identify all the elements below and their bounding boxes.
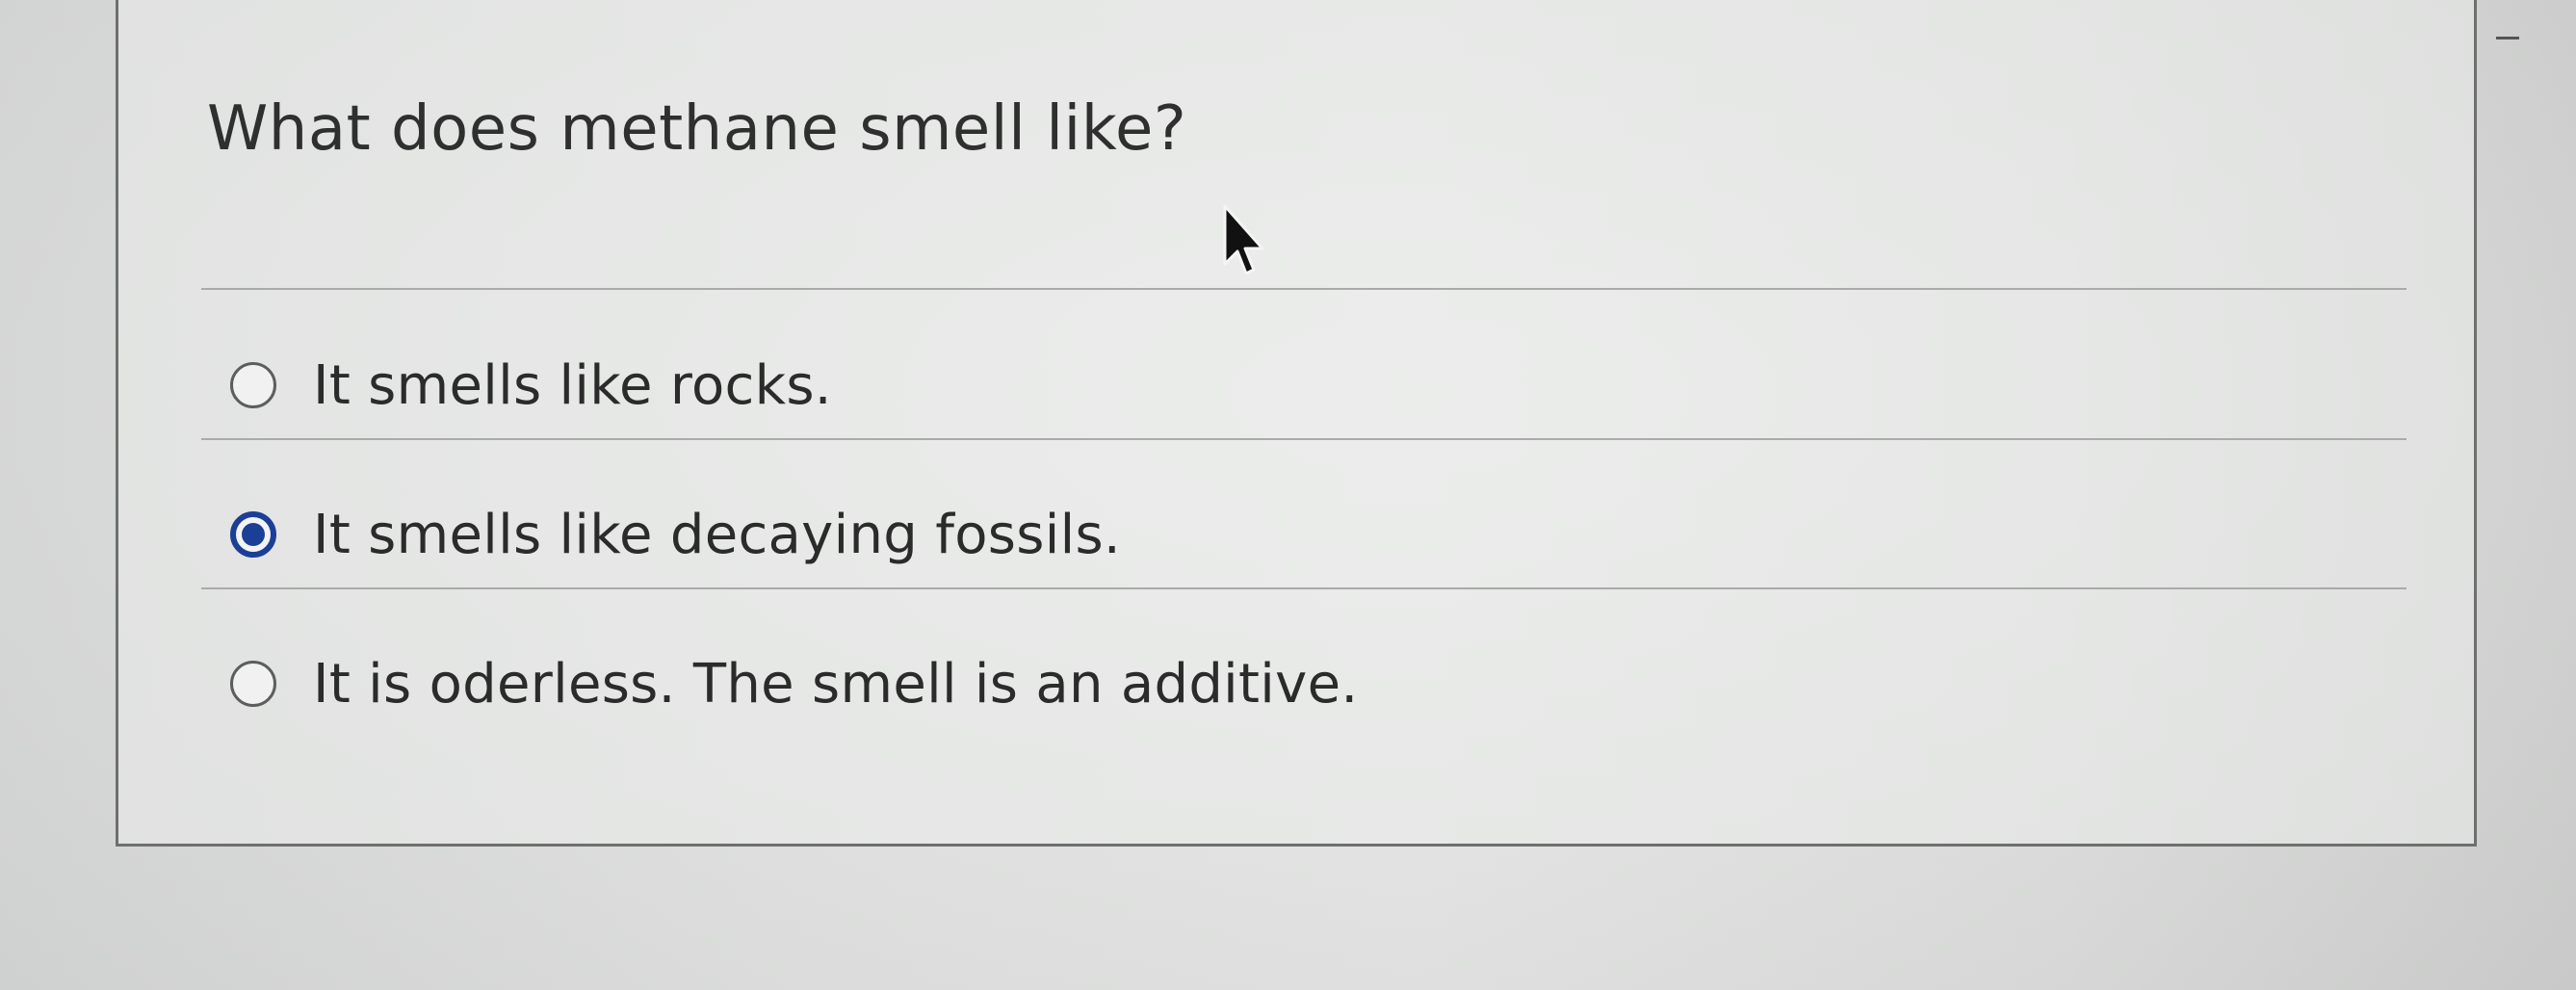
answer-option-2-label[interactable]: It smells like decaying fossils. bbox=[313, 504, 1121, 566]
answer-option-3-label[interactable]: It is oderless. The smell is an additive… bbox=[313, 653, 1358, 716]
divider bbox=[201, 587, 2407, 589]
divider bbox=[201, 438, 2407, 440]
radio-button-option-1[interactable] bbox=[230, 362, 276, 408]
answer-option-3[interactable]: It is oderless. The smell is an additive… bbox=[230, 640, 1358, 727]
question-text: What does methane smell like? bbox=[207, 93, 1187, 165]
radio-button-option-2-selected[interactable] bbox=[230, 511, 276, 558]
question-card: What does methane smell like? It smells … bbox=[116, 0, 2477, 847]
radio-button-option-3[interactable] bbox=[230, 661, 276, 707]
divider bbox=[201, 288, 2407, 290]
answer-option-1[interactable]: It smells like rocks. bbox=[230, 342, 832, 429]
answer-option-1-label[interactable]: It smells like rocks. bbox=[313, 354, 832, 417]
answer-option-2[interactable]: It smells like decaying fossils. bbox=[230, 491, 1121, 578]
mouse-pointer-icon bbox=[1223, 204, 1264, 275]
edge-tick-mark bbox=[2496, 37, 2519, 39]
